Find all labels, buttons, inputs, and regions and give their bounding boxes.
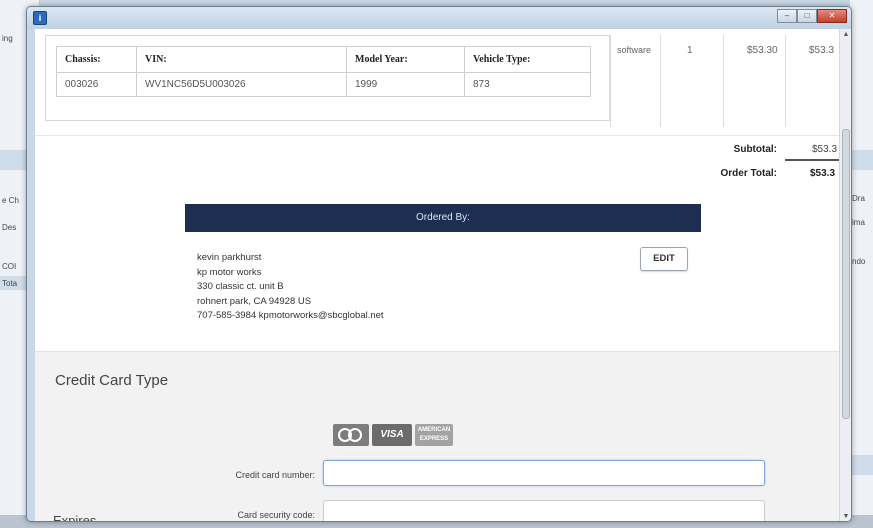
background-text: ndo: [852, 257, 866, 266]
vehicle-table: Chassis: VIN: Model Year: Vehicle Type: …: [56, 46, 591, 97]
table-header-row: Chassis: VIN: Model Year: Vehicle Type:: [56, 46, 591, 73]
column-divider: [785, 35, 786, 127]
column-divider: [660, 35, 661, 127]
table-header-model-year: Model Year:: [346, 46, 465, 73]
app-info-icon: i: [33, 11, 47, 25]
scroll-down-icon[interactable]: ▼: [840, 511, 851, 521]
close-button[interactable]: ✕: [817, 9, 847, 23]
address-street: 330 classic ct. unit B: [197, 281, 284, 292]
security-code-label: Card security code:: [237, 510, 315, 520]
card-number-label: Credit card number:: [235, 470, 315, 480]
section-divider: [35, 135, 847, 136]
background-text: Dra: [852, 194, 865, 203]
subtotal-rule: [785, 159, 847, 161]
ordered-by-header: Ordered By:: [185, 204, 701, 232]
background-bar: [850, 455, 873, 475]
line-item-price: $53.30: [747, 45, 778, 56]
model-year-value: 1999: [346, 72, 465, 97]
order-total-label: Order Total:: [720, 168, 777, 179]
maximize-button[interactable]: □: [797, 9, 817, 23]
subtotal-value: $53.3: [812, 144, 838, 155]
credit-card-type-heading: Credit Card Type: [55, 372, 169, 389]
window-controls: ‒ □ ✕: [777, 9, 847, 23]
security-code-input[interactable]: [323, 500, 765, 521]
card-type-options: VISA AMERICAN EXPRESS: [333, 424, 453, 446]
window-titlebar[interactable]: i ‒ □ ✕: [27, 7, 851, 29]
vehicle-type-value: 873: [464, 72, 591, 97]
scroll-up-icon[interactable]: ▲: [840, 29, 851, 41]
mastercard-icon[interactable]: [333, 424, 369, 446]
visa-icon[interactable]: VISA: [372, 424, 412, 446]
table-row: 003026 WV1NC56D5U003026 1999 873: [56, 72, 591, 97]
table-header-vehicle-type: Vehicle Type:: [464, 46, 591, 73]
table-header-vin: VIN:: [136, 46, 347, 73]
line-item-total: $53.3: [809, 45, 835, 56]
scroll-thumb[interactable]: [842, 129, 850, 419]
background-text: COI: [2, 262, 17, 271]
order-dialog-window: i ‒ □ ✕ Chassis: VIN: Model Year: Vehicl…: [26, 6, 852, 522]
payment-section: Credit Card Type VISA AMERICAN EXPRESS C…: [35, 351, 847, 521]
amex-icon[interactable]: AMERICAN EXPRESS: [415, 424, 453, 446]
order-page-content: Chassis: VIN: Model Year: Vehicle Type: …: [35, 29, 847, 522]
table-header-chassis: Chassis:: [56, 46, 137, 73]
vehicle-info-box: Chassis: VIN: Model Year: Vehicle Type: …: [45, 35, 610, 121]
column-divider: [723, 35, 724, 127]
ordered-by-address: kevin parkhurst kp motor works 330 class…: [197, 251, 384, 324]
address-contact: 707-585-3984 kpmotorworks@sbcglobal.net: [197, 310, 384, 321]
background-app-right-panel: Dra ima ndo: [850, 0, 873, 528]
edit-button[interactable]: EDIT: [640, 247, 688, 271]
line-item-category: software: [617, 45, 652, 55]
subtotal-label: Subtotal:: [733, 144, 777, 155]
minimize-button[interactable]: ‒: [777, 9, 797, 23]
background-text: e Ch: [2, 196, 19, 205]
address-name: kevin parkhurst: [197, 252, 262, 263]
background-text: ing: [2, 34, 13, 43]
address-company: kp motor works: [197, 266, 262, 278]
background-text: Tota: [2, 279, 18, 288]
address-city: rohnert park, CA 94928 US: [197, 295, 312, 307]
card-number-input[interactable]: [323, 460, 765, 486]
background-text: Des: [2, 223, 17, 232]
order-total-value: $53.3: [810, 168, 836, 179]
line-item-qty: 1: [687, 45, 693, 56]
vertical-scrollbar[interactable]: ▲ ▼: [839, 29, 851, 521]
background-bar: [850, 150, 873, 170]
column-divider: [610, 35, 611, 127]
vin-value: WV1NC56D5U003026: [136, 72, 347, 97]
chassis-value: 003026: [56, 72, 137, 97]
background-text: ima: [852, 218, 865, 227]
expires-heading: Expires: [53, 513, 97, 522]
